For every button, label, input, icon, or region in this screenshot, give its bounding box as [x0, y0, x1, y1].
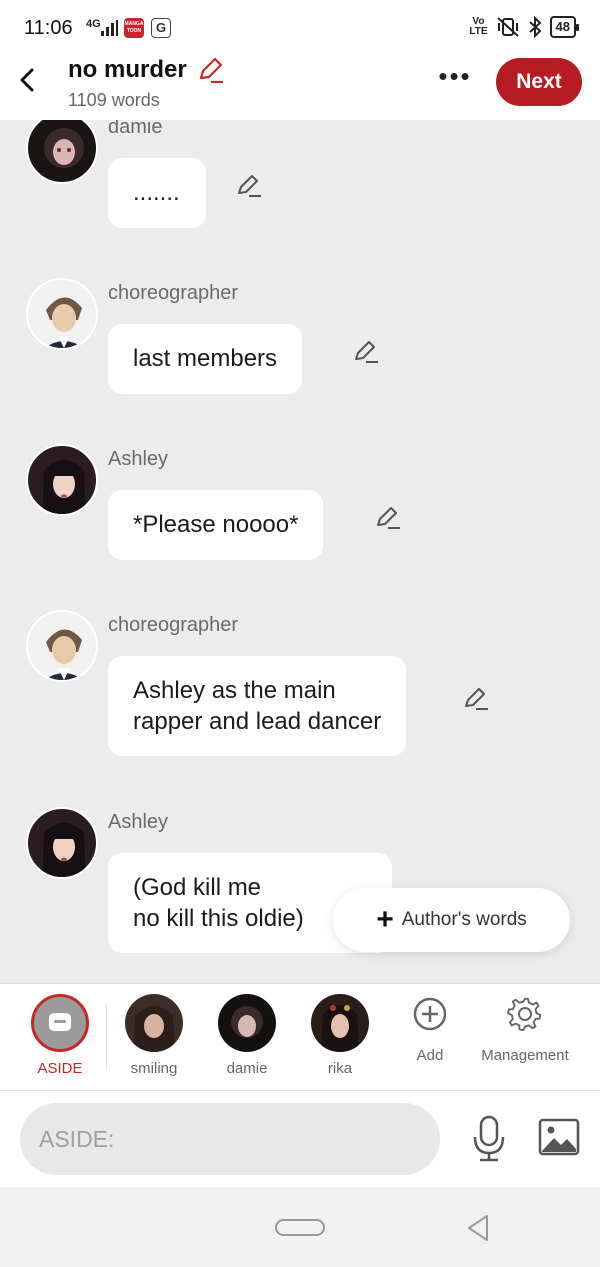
message-input[interactable]	[20, 1103, 440, 1175]
page-title: no murder	[68, 56, 187, 83]
character-selector: ASIDE smiling damie rika Add Management	[0, 983, 600, 1091]
character-label: smiling	[130, 1060, 178, 1077]
back-arrow-icon[interactable]	[14, 64, 42, 96]
character-label: damie	[226, 1060, 268, 1077]
avatar-rika	[311, 994, 369, 1052]
aside-icon	[31, 994, 89, 1052]
add-character-button[interactable]: Add	[380, 996, 480, 1064]
character-smiling[interactable]: smiling	[114, 994, 194, 1077]
message-bubble[interactable]: .......	[108, 158, 206, 228]
volte-icon: Vo LTE	[469, 16, 488, 37]
message-bubble[interactable]: *Please noooo*	[108, 490, 324, 560]
plus-icon: +	[376, 903, 394, 936]
sender-name: damie	[108, 120, 163, 138]
more-options-button[interactable]: •••	[436, 63, 474, 96]
edit-message-icon[interactable]	[352, 338, 380, 366]
compose-bar	[0, 1091, 600, 1187]
avatar-damie	[218, 994, 276, 1052]
edit-message-icon[interactable]	[235, 172, 263, 200]
add-label: Add	[416, 1047, 444, 1064]
message-bubble[interactable]: Ashley as the main rapper and lead dance…	[108, 656, 407, 756]
avatar-choreographer[interactable]	[26, 278, 98, 350]
management-label: Management	[481, 1047, 569, 1064]
sender-name: Ashley	[108, 448, 169, 470]
management-button[interactable]: Management	[475, 996, 575, 1064]
avatar-choreographer[interactable]	[26, 610, 98, 682]
edit-message-icon[interactable]	[374, 504, 402, 532]
bluetooth-icon	[528, 16, 541, 38]
edit-message-icon[interactable]	[462, 685, 490, 713]
message-bubble[interactable]: last members	[108, 324, 303, 394]
microphone-icon[interactable]	[470, 1115, 508, 1163]
add-circle-icon	[413, 997, 447, 1031]
manga-app-icon: MANGA TOON	[124, 18, 144, 38]
google-icon: G	[151, 18, 171, 38]
avatar-ashley[interactable]	[26, 444, 98, 516]
chat-area[interactable]: damie ....... choreographer last members…	[0, 120, 600, 983]
word-count: 1109 words	[68, 90, 160, 110]
top-bar: no murder 1109 words ••• Next	[0, 56, 600, 120]
character-rika[interactable]: rika	[300, 994, 380, 1077]
system-back-icon[interactable]	[463, 1213, 493, 1243]
sender-name: choreographer	[108, 614, 239, 636]
next-button[interactable]: Next	[496, 58, 582, 106]
system-nav-bar	[0, 1187, 600, 1267]
status-bar: 11:06 4G MANGA TOON G Vo LTE 48	[0, 0, 600, 56]
avatar-damie[interactable]	[26, 120, 98, 184]
sender-name: Ashley	[108, 811, 169, 833]
sender-name: choreographer	[108, 282, 239, 304]
character-label: ASIDE	[37, 1060, 83, 1077]
battery-icon: 48	[549, 16, 580, 38]
authors-words-label: Author's words	[401, 909, 527, 930]
character-label: rika	[327, 1060, 353, 1077]
gear-icon	[507, 997, 542, 1032]
divider	[106, 1004, 107, 1070]
authors-words-button[interactable]: + Author's words	[333, 888, 570, 952]
avatar-ashley[interactable]	[26, 807, 98, 879]
signal-icon	[101, 20, 118, 36]
character-aside[interactable]: ASIDE	[20, 994, 100, 1077]
character-damie[interactable]: damie	[207, 994, 287, 1077]
avatar-smiling	[125, 994, 183, 1052]
home-button[interactable]	[275, 1219, 325, 1236]
status-time: 11:06	[24, 17, 73, 39]
vibrate-icon	[496, 17, 519, 37]
network-type: 4G	[86, 18, 101, 30]
edit-title-icon[interactable]	[196, 56, 224, 84]
image-icon[interactable]	[538, 1118, 580, 1156]
